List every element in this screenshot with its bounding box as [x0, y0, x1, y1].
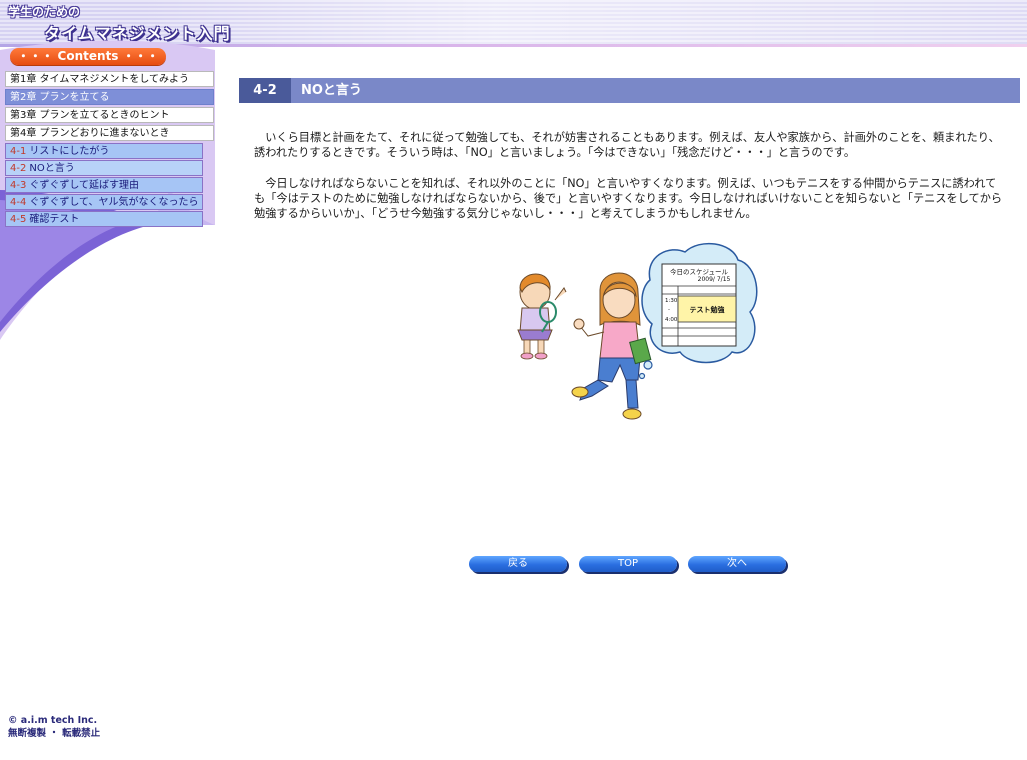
students-illustration: 今日のスケジュール 2009/ 7/15 1:30 - 4:00 テスト勉強 [517, 242, 758, 420]
section-header: 4-2 NOと言う [239, 78, 1020, 103]
sidebar-nav: 第1章 タイムマネジメントをしてみよう 第2章 プランを立てる 第3章 プランを… [5, 71, 214, 228]
next-button[interactable]: 次へ [688, 556, 786, 572]
subitem-number: 4-3 [10, 180, 27, 191]
subitem-label: リストにしたがう [29, 146, 110, 157]
subitem-number: 4-2 [10, 163, 27, 174]
subitem-label: ぐずぐずして、ヤル気がなくなったら [29, 197, 199, 208]
schedule-start-time: 1:30 [665, 298, 678, 304]
schedule-end-time: 4:00 [665, 317, 678, 323]
subitem-label: NOと言う [29, 163, 75, 174]
body-paragraph-2: 今日しなければならないことを知れば、それ以外のことに「NO」と言いやすくなります… [254, 177, 1003, 220]
sidebar-chapter-3[interactable]: 第3章 プランを立てるときのヒント [5, 107, 214, 123]
section-title: NOと言う [301, 83, 362, 98]
schedule-date: 2009/ 7/15 [698, 276, 731, 283]
copyright-text: © a.i.m tech Inc. [8, 715, 98, 726]
sidebar-chapter-2[interactable]: 第2章 プランを立てる [5, 89, 214, 105]
back-button[interactable]: 戻る [469, 556, 567, 572]
sidebar-chapter-4[interactable]: 第4章 プランどおりに進まないとき [5, 125, 214, 141]
subitem-label: 確認テスト [29, 214, 80, 225]
sidebar-subitem-4-5[interactable]: 4-5 確認テスト [5, 211, 203, 227]
footer: © a.i.m tech Inc. 無断複製 ・ 転載禁止 [8, 714, 100, 740]
top-button[interactable]: TOP [579, 556, 677, 572]
subitem-number: 4-5 [10, 214, 27, 225]
schedule-time-separator: - [668, 307, 670, 313]
subitem-number: 4-4 [10, 197, 27, 208]
schedule-thought-bubble: 今日のスケジュール 2009/ 7/15 1:30 - 4:00 テスト勉強 [638, 242, 758, 380]
body-paragraph-1: いくら目標と計画をたて、それに従って勉強しても、それが妨害されることもあります。… [254, 131, 1000, 159]
sidebar-subitem-4-2[interactable]: 4-2 NOと言う [5, 160, 203, 176]
contents-header: ・・・ Contents ・・・ [10, 48, 166, 65]
site-subtitle: 学生のための [8, 5, 81, 19]
site-title: タイムマネジメント入門 [44, 24, 231, 43]
sidebar-subitem-4-4[interactable]: 4-4 ぐずぐずして、ヤル気がなくなったら [5, 194, 203, 210]
header-divider [0, 44, 1027, 47]
sidebar-chapter-1[interactable]: 第1章 タイムマネジメントをしてみよう [5, 71, 214, 87]
schedule-task: テスト勉強 [690, 305, 725, 314]
schedule-title: 今日のスケジュール [670, 267, 729, 276]
sidebar-subitem-4-3[interactable]: 4-3 ぐずぐずして延ばす理由 [5, 177, 203, 193]
subitem-number: 4-1 [10, 146, 27, 157]
copy-notice: 無断複製 ・ 転載禁止 [8, 728, 101, 739]
student-girl-figure [571, 272, 652, 420]
header-glow [140, 0, 1027, 46]
subitem-label: ぐずぐずして延ばす理由 [29, 180, 140, 191]
sidebar-subitem-4-1[interactable]: 4-1 リストにしたがう [5, 143, 203, 159]
section-number: 4-2 [239, 78, 291, 103]
tennis-girl-figure [517, 273, 567, 360]
